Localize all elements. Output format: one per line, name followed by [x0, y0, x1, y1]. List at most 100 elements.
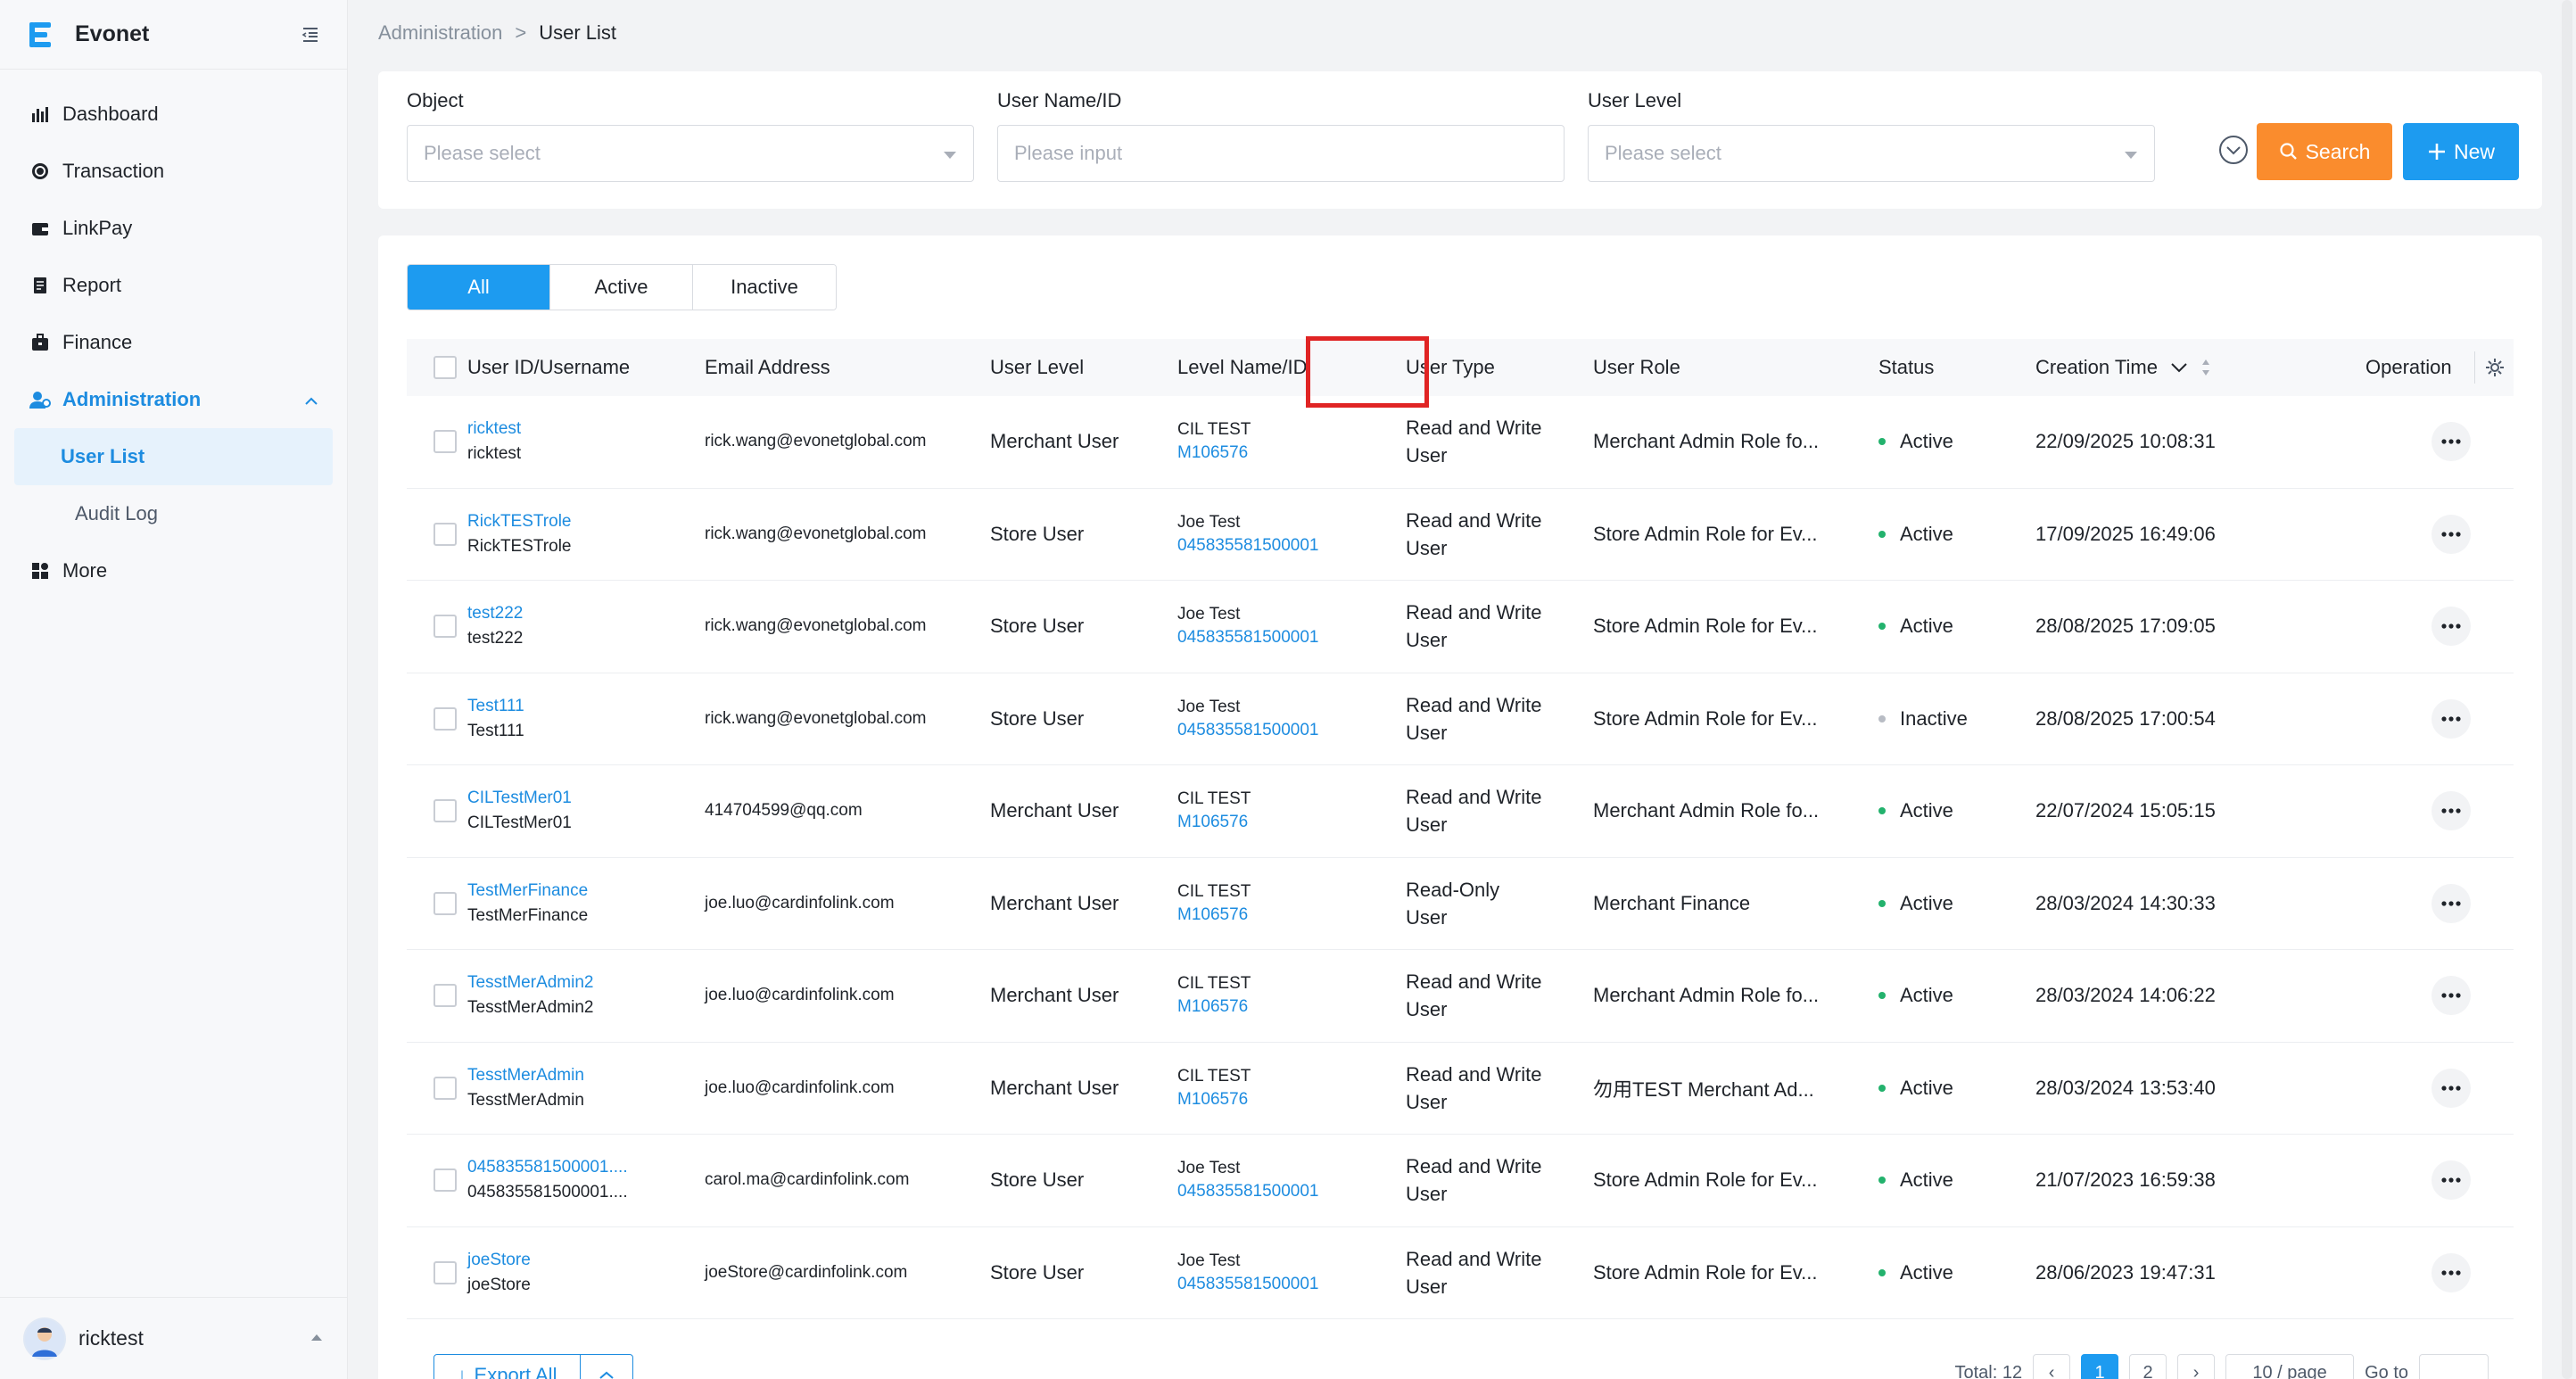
status-dot-icon: [1878, 899, 1886, 907]
row-checkbox[interactable]: [433, 858, 457, 950]
sidebar-item-report[interactable]: Report: [0, 257, 347, 314]
more-actions-icon[interactable]: [2432, 1068, 2471, 1108]
more-actions-icon[interactable]: [2432, 976, 2471, 1016]
level-id-link[interactable]: M106576: [1177, 1090, 1248, 1110]
table-row[interactable]: 045835581500001.... 045835581500001.... ca…: [407, 1135, 2514, 1227]
email-cell: joe.luo@cardinfolink.com: [705, 986, 895, 1005]
table-row[interactable]: TesstMerAdmin2 TesstMerAdmin2 joe.luo@card…: [407, 950, 2514, 1043]
row-checkbox[interactable]: [433, 673, 457, 765]
sidebar-item-administration[interactable]: Administration: [0, 371, 347, 428]
sidebar-subitem-audit-log[interactable]: Audit Log: [14, 485, 333, 542]
more-actions-icon[interactable]: [2432, 1160, 2471, 1201]
row-actions: [2432, 1227, 2471, 1319]
user-id-link[interactable]: TesstMerAdmin: [467, 1066, 584, 1086]
expand-filters-icon[interactable]: [2217, 134, 2250, 166]
column-settings-icon[interactable]: [2474, 351, 2506, 384]
user-id-link[interactable]: ricktest: [467, 419, 521, 439]
user-name-input[interactable]: Please input: [997, 125, 1565, 182]
row-checkbox[interactable]: [433, 765, 457, 857]
row-checkbox[interactable]: [433, 396, 457, 488]
level-id-link[interactable]: 045835581500001: [1177, 1275, 1319, 1294]
collapse-menu-icon[interactable]: [301, 25, 320, 45]
sidebar-item-more[interactable]: More: [0, 542, 347, 599]
more-actions-icon[interactable]: [2432, 1252, 2471, 1292]
select-all-checkbox[interactable]: [433, 339, 457, 396]
user-type-line1: Read and Write: [1406, 693, 1542, 716]
level-id-link[interactable]: 045835581500001: [1177, 628, 1319, 648]
more-actions-icon[interactable]: [2432, 791, 2471, 831]
table-row[interactable]: ricktest ricktest rick.wang@evonetglobal.c…: [407, 396, 2514, 489]
export-all-button[interactable]: ↓ Export All: [433, 1354, 633, 1379]
tab-inactive[interactable]: Inactive: [693, 265, 836, 310]
more-actions-icon[interactable]: [2432, 883, 2471, 923]
row-checkbox[interactable]: [433, 1135, 457, 1226]
sidebar-item-transaction[interactable]: Transaction: [0, 143, 347, 200]
level-name-cell: Joe Test 045835581500001: [1177, 581, 1319, 673]
row-checkbox[interactable]: [433, 581, 457, 673]
sidebar-item-label: Dashboard: [62, 103, 159, 125]
status-text: Active: [1900, 799, 1953, 822]
user-id-link[interactable]: test222: [467, 604, 523, 623]
tab-active[interactable]: Active: [550, 265, 693, 310]
breadcrumb-parent[interactable]: Administration: [378, 21, 502, 45]
row-checkbox[interactable]: [433, 489, 457, 581]
level-id-link[interactable]: M106576: [1177, 443, 1248, 463]
user-type-cell: Read and Write User: [1406, 581, 1541, 673]
user-profile-bar[interactable]: ricktest: [0, 1297, 347, 1379]
row-checkbox[interactable]: [433, 1227, 457, 1319]
user-id-link[interactable]: joeStore: [467, 1251, 531, 1270]
user-type-line2: User: [1406, 813, 1448, 837]
sidebar-item-linkpay[interactable]: LinkPay: [0, 200, 347, 257]
more-actions-icon[interactable]: [2432, 422, 2471, 462]
level-id-link[interactable]: M106576: [1177, 905, 1248, 925]
sort-icon[interactable]: [2200, 358, 2211, 377]
user-id-link[interactable]: TestMerFinance: [467, 881, 588, 901]
table-row[interactable]: TesstMerAdmin TesstMerAdmin joe.luo@cardin…: [407, 1043, 2514, 1135]
sidebar-item-dashboard[interactable]: Dashboard: [0, 86, 347, 143]
level-id-link[interactable]: M106576: [1177, 997, 1248, 1017]
user-id-link[interactable]: TesstMerAdmin2: [467, 973, 594, 993]
user-level-select[interactable]: Please select: [1588, 125, 2155, 182]
tab-all[interactable]: All: [408, 265, 550, 310]
user-id-link[interactable]: 045835581500001....: [467, 1158, 628, 1177]
table-row[interactable]: TestMerFinance TestMerFinance joe.luo@card…: [407, 858, 2514, 950]
table-row[interactable]: Test111 Test111 rick.wang@evonetglobal.com…: [407, 673, 2514, 765]
table-row[interactable]: test222 test222 rick.wang@evonetglobal.com…: [407, 581, 2514, 673]
row-checkbox[interactable]: [433, 950, 457, 1042]
sidebar-item-finance[interactable]: Finance: [0, 314, 347, 371]
report-icon: [29, 274, 52, 297]
page-2-button[interactable]: 2: [2129, 1354, 2167, 1379]
table-row[interactable]: CILTestMer01 CILTestMer01 414704599@qq.com…: [407, 765, 2514, 858]
new-user-button[interactable]: New: [2403, 123, 2519, 180]
row-checkbox[interactable]: [433, 1043, 457, 1135]
header-creation-time[interactable]: Creation Time: [2035, 339, 2211, 396]
sidebar-subitem-user-list[interactable]: User List: [14, 428, 333, 485]
level-id-link[interactable]: 045835581500001: [1177, 536, 1319, 556]
level-id-link[interactable]: 045835581500001: [1177, 721, 1319, 740]
level-name-cell: CIL TEST M106576: [1177, 396, 1251, 488]
goto-page-input[interactable]: [2419, 1354, 2489, 1379]
more-actions-icon[interactable]: [2432, 607, 2471, 647]
user-id-link[interactable]: RickTESTrole: [467, 512, 571, 532]
export-all-main[interactable]: ↓ Export All: [434, 1355, 581, 1379]
export-options-caret[interactable]: [581, 1355, 632, 1379]
level-id-link[interactable]: M106576: [1177, 813, 1248, 832]
user-id-link[interactable]: Test111: [467, 697, 524, 716]
table-row[interactable]: joeStore joeStore joeStore@cardinfolink.co…: [407, 1227, 2514, 1319]
row-actions: [2432, 396, 2471, 488]
search-button[interactable]: Search: [2257, 123, 2392, 180]
table-row[interactable]: RickTESTrole RickTESTrole rick.wang@evonet…: [407, 489, 2514, 581]
page-size-select[interactable]: 10 / page: [2225, 1354, 2355, 1379]
more-actions-icon[interactable]: [2432, 698, 2471, 739]
scroll-thumb[interactable]: [2562, 0, 2572, 1379]
level-id-link[interactable]: 045835581500001: [1177, 1182, 1319, 1201]
object-select[interactable]: Please select: [407, 125, 974, 182]
page-1-button[interactable]: 1: [2081, 1354, 2119, 1379]
more-actions-icon[interactable]: [2432, 514, 2471, 554]
page-scrollbar[interactable]: [2560, 0, 2572, 1379]
caret-up-icon[interactable]: [310, 1331, 324, 1347]
user-name-placeholder: Please input: [1014, 142, 1123, 164]
next-page-button[interactable]: ›: [2177, 1354, 2216, 1379]
user-id-link[interactable]: CILTestMer01: [467, 789, 572, 808]
prev-page-button[interactable]: ‹: [2033, 1354, 2071, 1379]
